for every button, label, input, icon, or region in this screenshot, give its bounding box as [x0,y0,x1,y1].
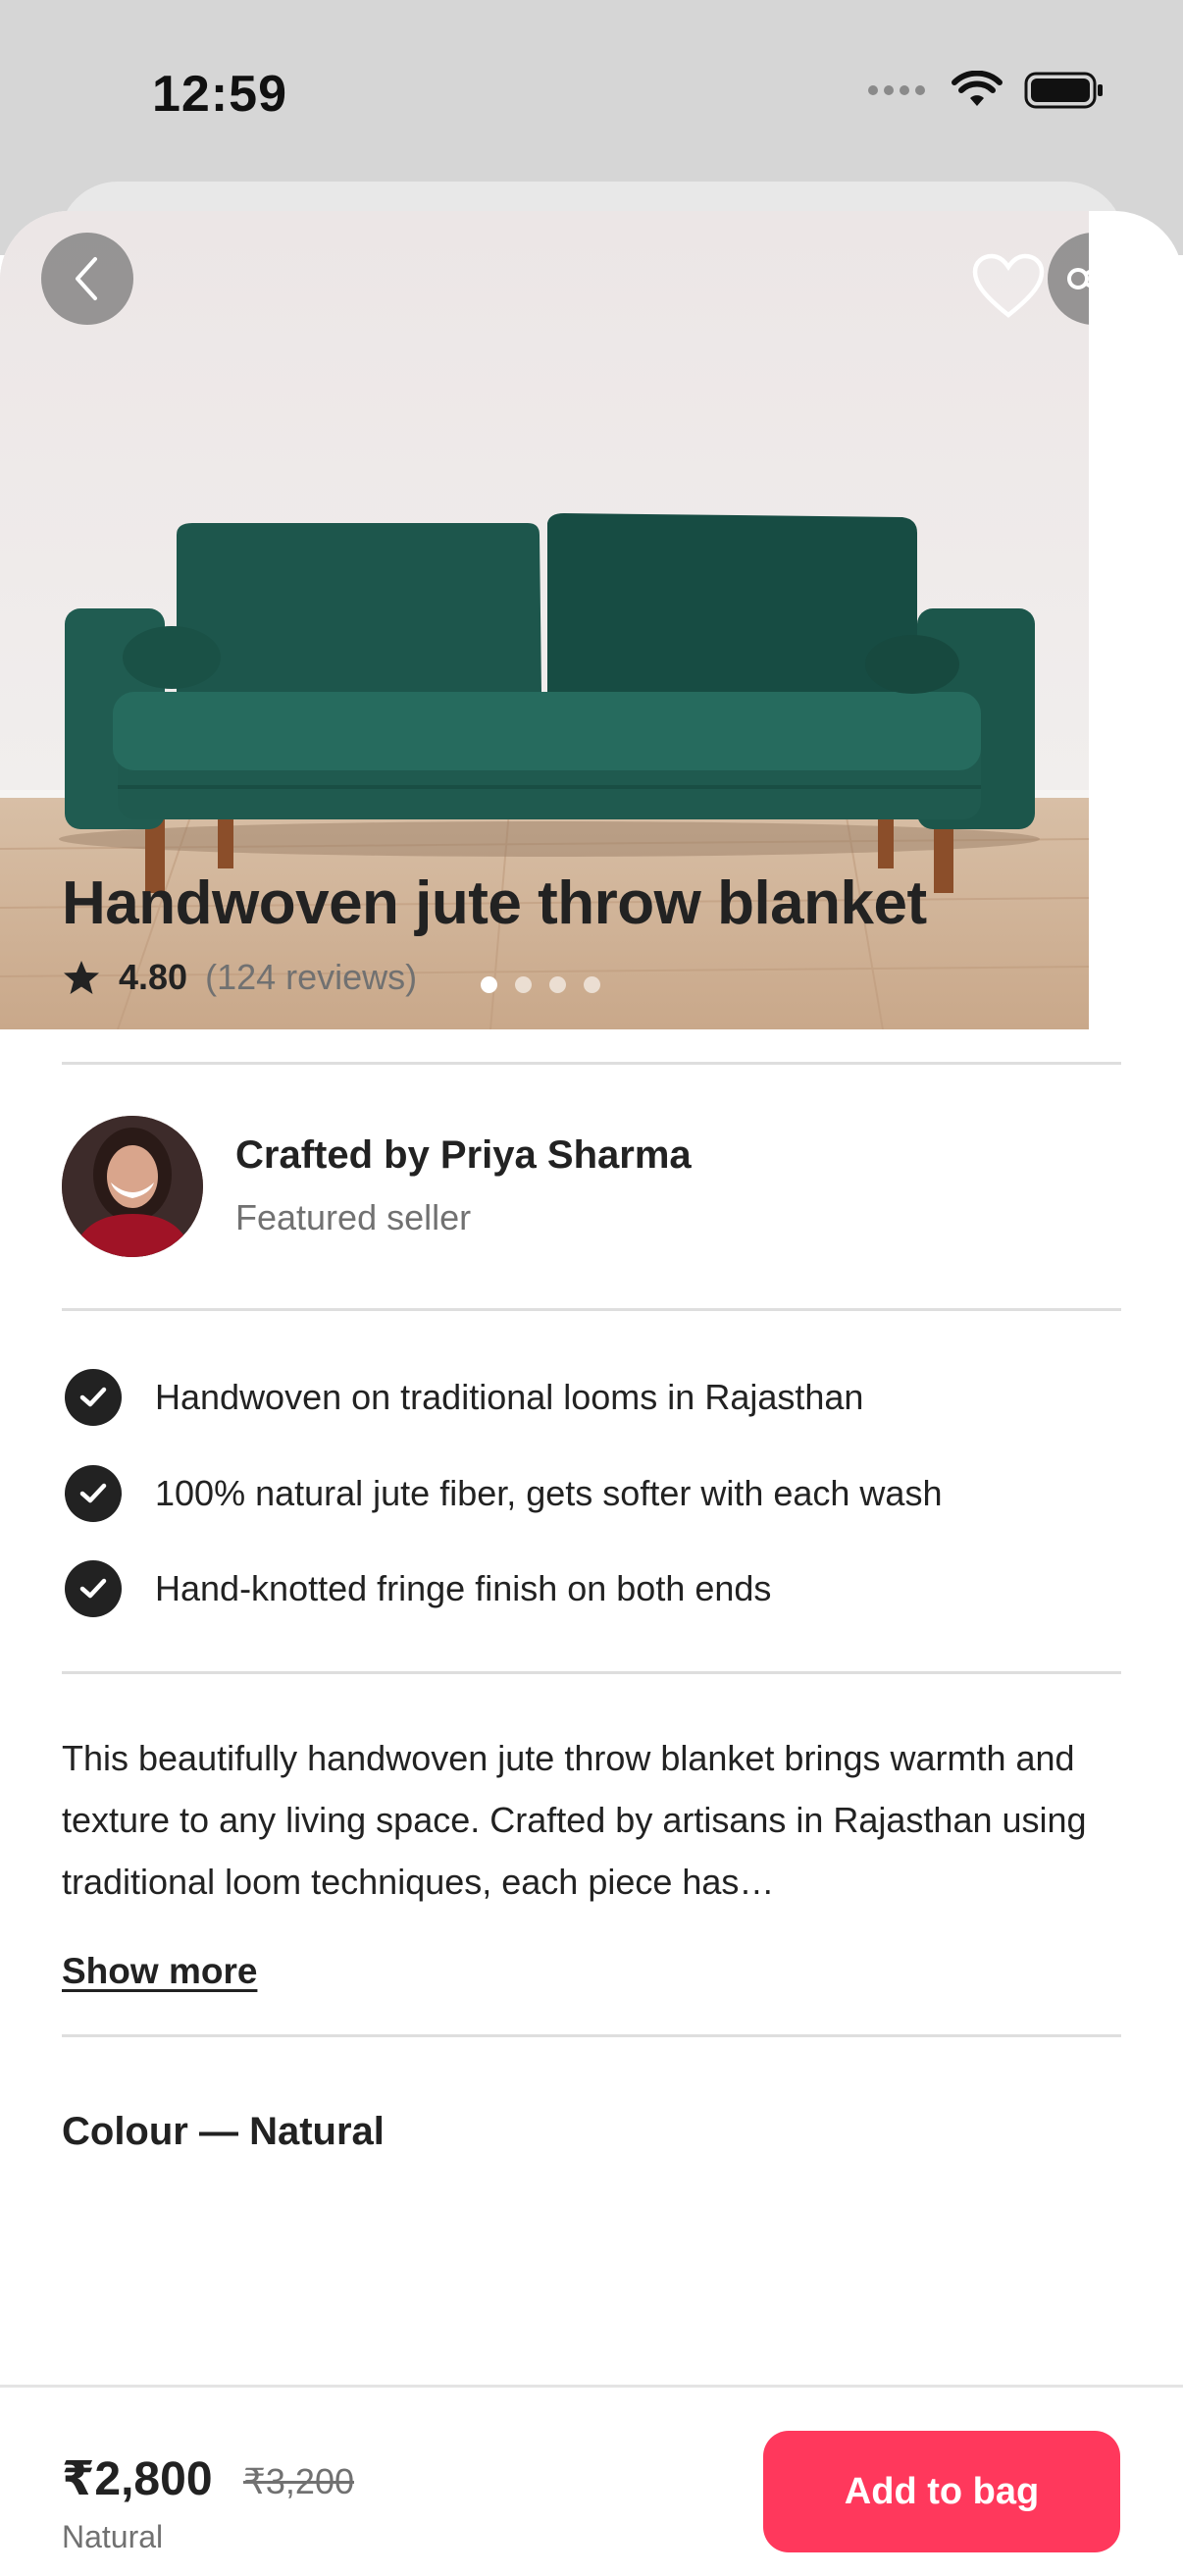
price: ₹2,800 [62,2453,213,2505]
seller-name[interactable]: Crafted by Priya Sharma [235,1133,692,1178]
rating-row[interactable]: 4.80 (124 reviews) [62,957,417,998]
wifi-icon [952,71,1003,106]
seller-avatar[interactable] [62,1116,203,1257]
feature-text: Handwoven on traditional looms in Rajast… [155,1377,864,1417]
feature-text: Hand-knotted fringe finish on both ends [155,1568,772,1608]
heart-icon [972,253,1045,318]
divider [62,1308,1121,1311]
carousel-dots [481,976,600,993]
rating-value: 4.80 [119,957,188,997]
purchase-bar: ₹2,800 ₹3,200 Natural Add to bag [0,2385,1183,2576]
carousel-dot[interactable] [549,976,566,993]
original-price: ₹3,200 [243,2461,354,2501]
chevron-left-icon [76,257,97,300]
product-title: Handwoven jute throw blanket [62,869,927,937]
divider [62,1062,1121,1065]
selected-variant: Natural [62,2519,164,2554]
seller-subtitle: Featured seller [235,1197,472,1237]
share-icon [1067,268,1089,289]
status-time: 12:59 [152,66,287,123]
feature-item: Hand-knotted fringe finish on both ends [65,1560,771,1617]
show-more-link[interactable]: Show more [62,1951,257,1992]
back-button[interactable] [41,233,133,325]
divider [62,2034,1121,2037]
check-circle-icon [65,1560,122,1617]
star-icon [64,961,99,994]
battery-icon [1024,72,1103,109]
carousel-dot[interactable] [515,976,532,993]
feature-text: 100% natural jute fiber, gets softer wit… [155,1473,943,1513]
add-to-bag-button[interactable]: Add to bag [763,2431,1120,2552]
feature-item: 100% natural jute fiber, gets softer wit… [65,1465,942,1522]
check-circle-icon [65,1465,122,1522]
product-description: This beautifully handwoven jute throw bl… [62,1738,1087,1902]
check-circle-icon [65,1369,122,1426]
status-icons [867,71,1105,110]
feature-item: Handwoven on traditional looms in Rajast… [65,1369,863,1426]
avatar-image [62,1116,203,1257]
divider [62,1671,1121,1674]
review-count[interactable]: (124 reviews) [205,957,417,998]
signal-icon [868,85,925,95]
favorite-button[interactable] [971,252,1046,321]
colour-label: Colour — Natural [62,2110,385,2153]
carousel-dot[interactable] [584,976,600,993]
product-sheet: Handwoven jute throw blanket 4.80 (124 r… [0,211,1183,2573]
carousel-dot[interactable] [481,976,497,993]
